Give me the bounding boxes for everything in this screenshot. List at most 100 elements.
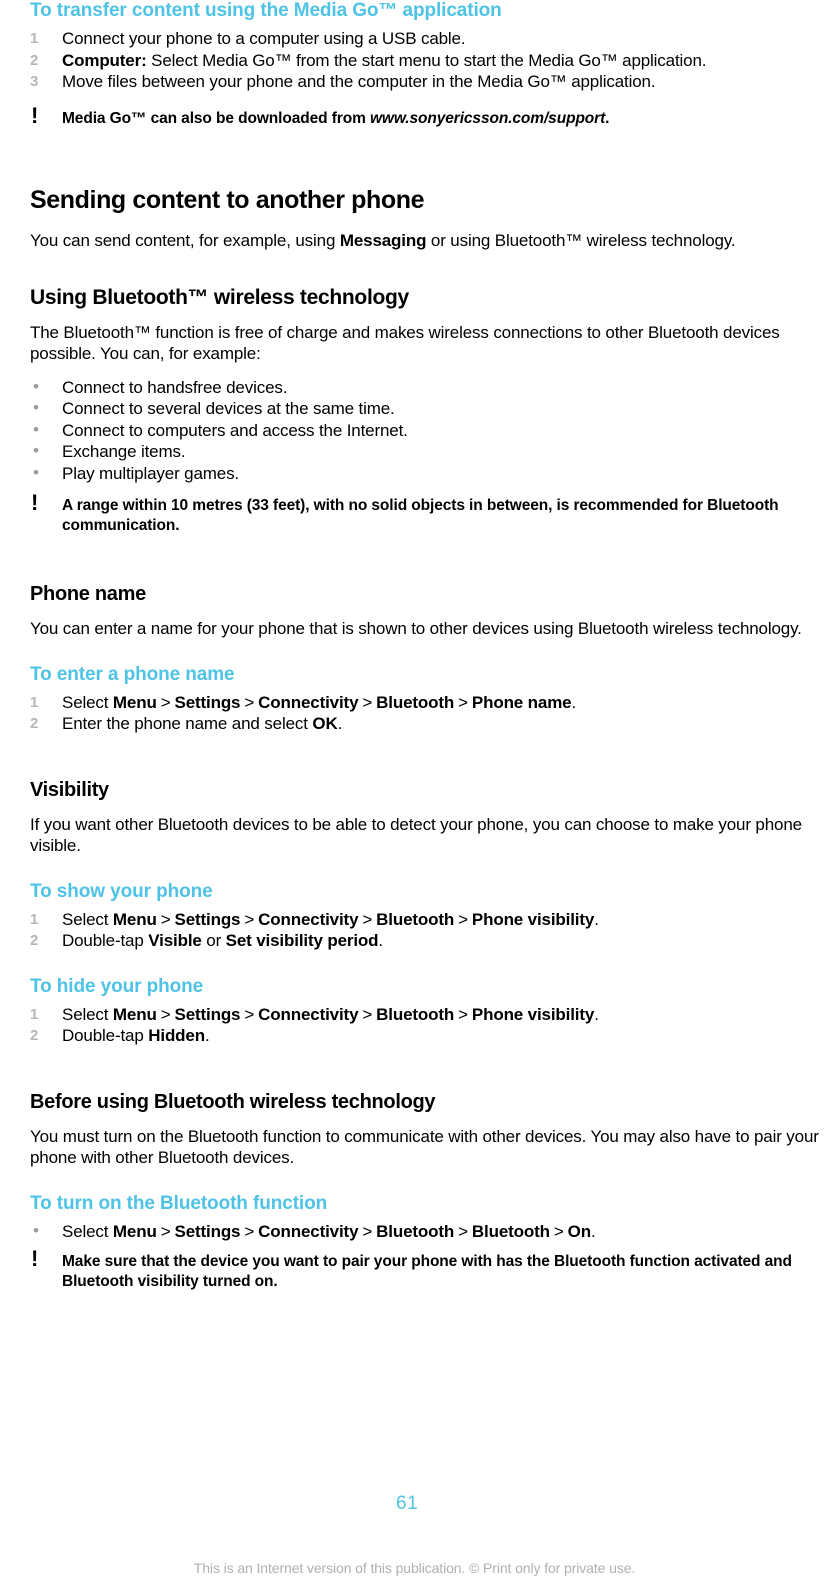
bluetooth-capability-list: • Connect to handsfree devices. • Connec… — [30, 377, 822, 485]
procedure-heading-media-go: To transfer content using the Media Go™ … — [30, 0, 502, 21]
bullet-icon: • — [33, 376, 39, 396]
path-separator-icon: > — [244, 692, 255, 712]
path-separator-icon: > — [362, 1221, 373, 1241]
path-separator-icon: > — [160, 692, 171, 712]
step-lead: Select — [62, 1004, 113, 1024]
path-separator-icon: > — [362, 909, 373, 929]
bullet-icon: • — [33, 398, 39, 417]
list-item: • Connect to several devices at the same… — [30, 398, 822, 420]
step-tail: . — [378, 931, 383, 950]
step-lead-bold: Computer: — [62, 50, 147, 70]
menu-path-item: Settings — [174, 692, 241, 712]
manual-page: To transfer content using the Media Go™ … — [0, 0, 829, 1590]
menu-path-item: Menu — [112, 1221, 157, 1241]
step-lead: Select — [62, 909, 113, 929]
list-item: • Play multiplayer games. — [30, 463, 822, 485]
menu-path-item: Menu — [112, 909, 157, 929]
step-bold-set-visibility-period: Set visibility period — [225, 931, 379, 950]
note-url: www.sonyericsson.com/support — [369, 109, 606, 127]
bullet-icon: • — [33, 462, 39, 482]
path-separator-icon: > — [244, 1221, 255, 1241]
step-number: 3 — [30, 73, 39, 90]
step-tail: . — [204, 1026, 210, 1045]
step-bold-ok: OK — [312, 714, 338, 733]
procedure-heading-turn-on-bluetooth: To turn on the Bluetooth function — [30, 1192, 328, 1214]
menu-path-item: Menu — [112, 1004, 157, 1024]
menu-path-item: Phone visibility — [471, 1004, 595, 1024]
menu-path-item: Bluetooth — [376, 692, 455, 712]
list-item: • Connect to handsfree devices. — [30, 377, 822, 399]
note-text: Media Go™ can also be downloaded from — [62, 109, 370, 127]
path-separator-icon: > — [362, 1004, 373, 1024]
list-item: • Select Menu > Settings > Connectivity > Blue… — [30, 1221, 822, 1243]
step-text: Select Media Go™ from the start menu to … — [146, 50, 707, 70]
list-item: 2 Computer: Select Media Go™ from the st… — [30, 50, 822, 72]
list-item: • Connect to computers and access the In… — [30, 420, 822, 442]
menu-path-item: On — [567, 1221, 591, 1241]
paragraph-visibility: If you want other Bluetooth devices to b… — [30, 814, 802, 856]
exclamation-icon: ! — [31, 1246, 39, 1271]
paragraph-bold-messaging: Messaging — [339, 231, 427, 250]
step-tail: . — [590, 1221, 596, 1241]
path-separator-icon: > — [244, 909, 255, 929]
step-number: 1 — [30, 693, 39, 711]
enter-phone-name-steps: 1 Select Menu > Settings > Connectivity > Blue… — [30, 692, 822, 735]
list-item: 2 Double-tap Hidden. — [30, 1025, 822, 1047]
list-item: 1 Select Menu > Settings > Connectivity > Blue… — [30, 692, 822, 714]
bullet-icon: • — [33, 441, 39, 460]
menu-path-item: Bluetooth — [376, 1221, 455, 1241]
menu-path-item: Settings — [174, 909, 241, 929]
list-item-text: Connect to computers and access the Inte… — [62, 420, 408, 440]
menu-path-item: Menu — [112, 692, 157, 712]
procedure-heading-show-your-phone: To show your phone — [30, 880, 213, 902]
step-tail: . — [571, 692, 577, 712]
step-bold-visible: Visible — [148, 931, 202, 950]
path-separator-icon: > — [160, 1004, 171, 1024]
menu-path-item: Settings — [174, 1004, 241, 1024]
list-item: 1 Connect your phone to a computer using… — [30, 28, 822, 50]
step-lead: Double-tap — [62, 931, 149, 950]
step-number: 1 — [30, 30, 39, 47]
menu-path-item: Settings — [174, 1221, 241, 1241]
path-separator-icon: > — [362, 692, 373, 712]
step-lead: Enter the phone name and select — [62, 714, 313, 733]
page-number: 61 — [396, 1493, 419, 1514]
step-text: Move files between your phone and the co… — [62, 72, 656, 91]
menu-path-item: Bluetooth — [471, 1221, 550, 1241]
paragraph-before-using-bluetooth: You must turn on the Bluetooth function … — [30, 1126, 819, 1168]
list-item-text: Play multiplayer games. — [62, 463, 240, 483]
list-item: 1 Select Menu > Settings > Connectivity > Blue… — [30, 1004, 822, 1026]
procedure-heading-hide-your-phone: To hide your phone — [30, 975, 204, 997]
footer-copyright-note: This is an Internet version of this publ… — [193, 1560, 636, 1576]
paragraph-phone-name: You can enter a name for your phone that… — [30, 619, 802, 638]
procedure-heading-enter-phone-name: To enter a phone name — [30, 663, 235, 685]
exclamation-icon: ! — [31, 102, 39, 128]
path-separator-icon: > — [458, 1004, 468, 1024]
path-separator-icon: > — [553, 1221, 564, 1241]
list-item: 3 Move files between your phone and the … — [30, 71, 822, 93]
note-text: A range within 10 metres (33 feet), with… — [62, 497, 779, 534]
note-text: Make sure that the device you want to pa… — [62, 1253, 792, 1290]
menu-path-item: Connectivity — [258, 909, 359, 929]
menu-path-item: Connectivity — [258, 1004, 359, 1024]
list-item: • Exchange items. — [30, 441, 822, 463]
paragraph-part-b: or using Bluetooth™ wireless technology. — [426, 231, 736, 250]
step-lead: Select — [62, 1221, 113, 1241]
list-item-text: Connect to handsfree devices. — [62, 377, 288, 397]
step-number: 1 — [30, 1005, 39, 1023]
step-number: 2 — [30, 1027, 39, 1044]
menu-path-item: Phone name — [471, 692, 572, 712]
note-text-suffix: . — [605, 109, 610, 127]
path-separator-icon: > — [458, 692, 468, 712]
step-number: 2 — [30, 932, 39, 949]
bullet-icon: • — [33, 1220, 39, 1240]
menu-path-item: Connectivity — [258, 692, 359, 712]
turn-on-bluetooth-steps: • Select Menu > Settings > Connectivity > Blue… — [30, 1221, 822, 1243]
list-item: 2 Double-tap Visible or Set visibility p… — [30, 930, 822, 952]
step-lead: Select — [62, 692, 113, 712]
section-heading-visibility: Visibility — [30, 778, 109, 801]
exclamation-icon: ! — [31, 490, 39, 515]
path-separator-icon: > — [458, 909, 468, 929]
step-mid: or — [201, 931, 226, 950]
step-tail: . — [594, 909, 599, 929]
